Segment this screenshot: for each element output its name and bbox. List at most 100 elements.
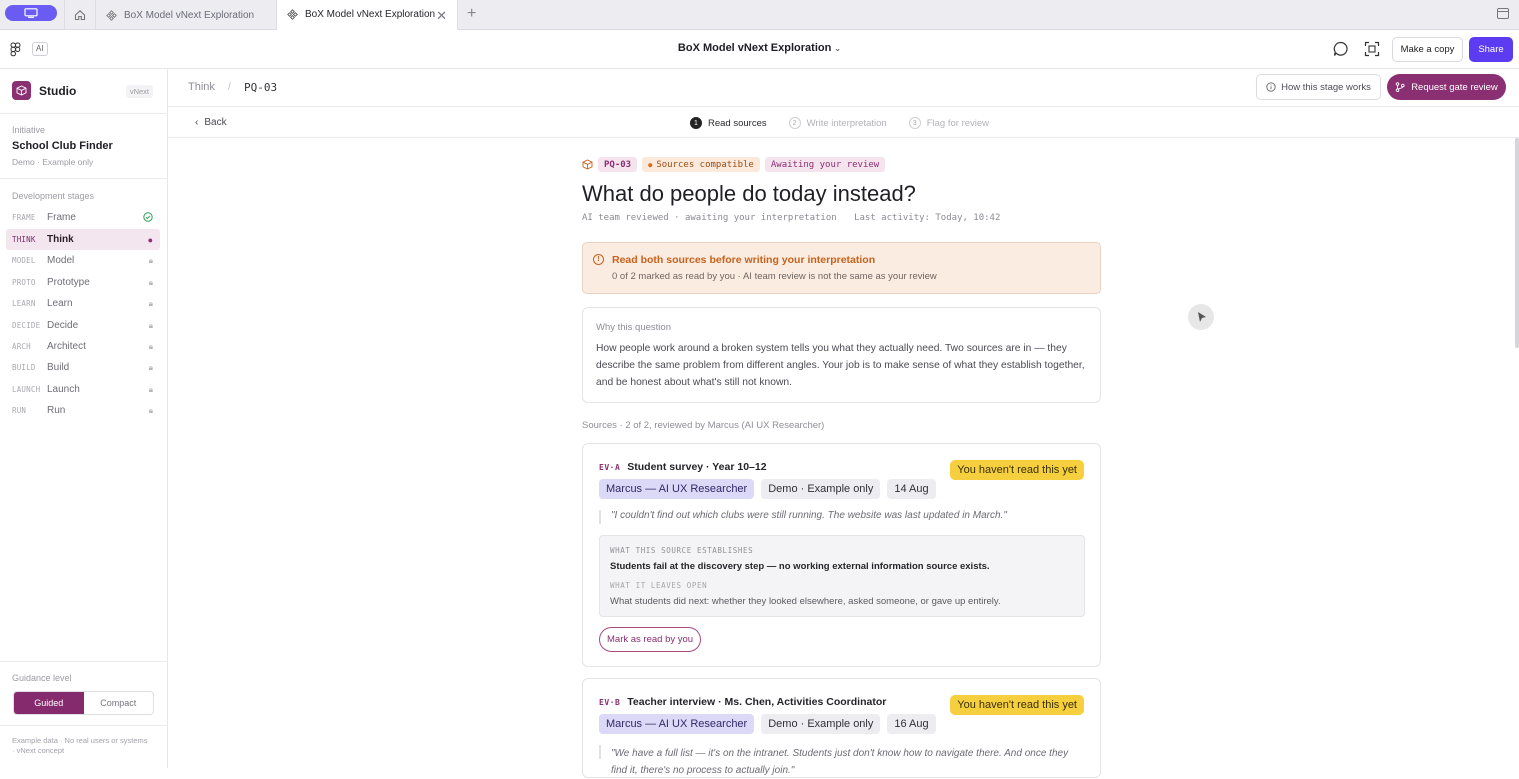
- back-button[interactable]: ‹ Back: [195, 117, 227, 128]
- present-icon[interactable]: [1364, 41, 1380, 57]
- question-tags: PQ-03 ● Sources compatible Awaiting your …: [582, 157, 886, 172]
- source-code: EV·A: [599, 462, 621, 472]
- warning-icon: !: [593, 254, 604, 265]
- unread-badge: You haven't read this yet: [950, 695, 1084, 715]
- unread-badge: You haven't read this yet: [950, 460, 1084, 480]
- sources-compatible-badge: ● Sources compatible: [642, 157, 760, 172]
- home-icon: [74, 10, 86, 21]
- step-number: 3: [908, 117, 921, 129]
- source-title: Student survey · Year 10–12: [627, 461, 767, 473]
- source-header: EV·A Student survey · Year 10–12: [599, 461, 767, 473]
- date-tag: 14 Aug: [887, 479, 936, 499]
- leaves-open-label: WHAT IT LEAVES OPEN: [610, 581, 708, 590]
- browser-tab-bar: BoX Model vNext Exploration BoX Model vN…: [0, 0, 1519, 30]
- make-copy-button[interactable]: Make a copy: [1392, 37, 1463, 62]
- branch-icon: [1395, 82, 1405, 92]
- stage-name: Launch: [47, 384, 80, 395]
- last-activity: Last activity: Today, 10:42: [854, 213, 1001, 223]
- question-meta: AI team reviewed · awaiting your interpr…: [582, 213, 1000, 223]
- divider: [0, 113, 168, 114]
- guidance-label: Guidance level: [12, 673, 72, 683]
- step-number: 1: [690, 117, 702, 129]
- stage-name: Frame: [47, 212, 76, 223]
- breadcrumb-separator: /: [227, 81, 231, 93]
- step-write-interpretation[interactable]: 2 Write interpretation: [788, 117, 887, 129]
- current-dot-icon: ●: [147, 234, 153, 245]
- request-gate-review-button[interactable]: Request gate review: [1387, 74, 1506, 100]
- pointer-icon: [1198, 312, 1206, 322]
- why-title: Why this question: [596, 322, 671, 333]
- step-read-sources[interactable]: 1 Read sources: [690, 117, 767, 129]
- window-layout-icon[interactable]: [1497, 8, 1509, 19]
- stage-run[interactable]: RUN Run 🔒︎: [6, 400, 160, 421]
- divider: [0, 725, 168, 726]
- step-number: 2: [788, 117, 801, 129]
- stage-code: MODEL: [12, 256, 36, 265]
- home-button[interactable]: [64, 0, 96, 30]
- check-circle-icon: [143, 212, 153, 222]
- info-icon: [1266, 82, 1276, 92]
- stage-name: Prototype: [47, 277, 90, 288]
- initiative-name[interactable]: School Club Finder: [12, 140, 113, 152]
- stage-name: Think: [47, 234, 74, 245]
- tab-label: BoX Model vNext Exploration: [305, 9, 436, 20]
- footnote-line: · vNext concept: [12, 746, 65, 755]
- sidebar: Studio vNext Initiative School Club Find…: [0, 69, 168, 768]
- document-title[interactable]: BoX Model vNext Exploration ⌄: [0, 42, 1519, 54]
- breadcrumb-parent[interactable]: Think: [188, 81, 215, 94]
- step-flag-review[interactable]: 3 Flag for review: [908, 117, 989, 129]
- stage-code: LAUNCH: [12, 385, 41, 394]
- stage-launch[interactable]: LAUNCH Launch 🔒︎: [6, 379, 160, 400]
- sources-label: Sources · 2 of 2, reviewed by Marcus (AI…: [582, 420, 825, 431]
- stage-model[interactable]: MODEL Model 🔒︎: [6, 250, 160, 271]
- new-tab-button[interactable]: +: [467, 5, 476, 23]
- tab-file-1[interactable]: BoX Model vNext Exploration: [96, 0, 277, 30]
- stage-code: PROTO: [12, 278, 36, 287]
- cursor-highlight: [1188, 304, 1214, 330]
- source-card: EV·B Teacher interview · Ms. Chen, Activ…: [582, 678, 1101, 778]
- document-title-text: BoX Model vNext Exploration: [677, 42, 832, 54]
- tab-file-2[interactable]: BoX Model vNext Exploration ✕: [277, 0, 458, 30]
- breadcrumb: Think / PQ-03: [188, 81, 277, 94]
- why-body: How people work around a broken system t…: [596, 343, 1085, 388]
- lock-icon: 🔒︎: [148, 298, 153, 308]
- demo-tag: Demo · Example only: [761, 479, 881, 499]
- source-quote: "We have a full list — it's on the intra…: [611, 748, 1069, 776]
- mark-as-read-button[interactable]: Mark as read by you: [599, 627, 702, 652]
- editor-toolbar: AI BoX Model vNext Exploration ⌄ Make a …: [0, 30, 1519, 69]
- compact-option[interactable]: Compact: [84, 692, 154, 714]
- review-status: AI team reviewed · awaiting your interpr…: [582, 213, 837, 223]
- main-menu-button[interactable]: [5, 5, 57, 21]
- stage-build[interactable]: BUILD Build 🔒︎: [6, 357, 160, 378]
- back-label: Back: [204, 117, 227, 128]
- footnote-line: Example data · No real users or systems: [12, 736, 148, 745]
- close-tab-icon[interactable]: ✕: [436, 8, 447, 24]
- share-button[interactable]: Share: [1469, 37, 1513, 62]
- source-header: EV·B Teacher interview · Ms. Chen, Activ…: [599, 696, 886, 708]
- stepper: 1 Read sources 2 Write interpretation 3 Fla…: [690, 117, 989, 129]
- alert-title: Read both sources before writing your in…: [612, 254, 876, 266]
- stage-frame[interactable]: FRAME Frame: [6, 207, 160, 228]
- stage-name: Run: [47, 405, 66, 416]
- divider: [0, 661, 168, 662]
- divider: [0, 178, 168, 179]
- how-stage-works-button[interactable]: How this stage works: [1256, 74, 1381, 100]
- guided-option[interactable]: Guided: [14, 692, 84, 714]
- lock-icon: 🔒︎: [148, 341, 153, 351]
- stage-think[interactable]: THINK Think ●: [6, 229, 160, 250]
- stage-prototype[interactable]: PROTO Prototype 🔒︎: [6, 272, 160, 293]
- stage-architect[interactable]: ARCH Architect 🔒︎: [6, 336, 160, 357]
- cube-icon: [582, 159, 593, 170]
- stage-learn[interactable]: LEARN Learn 🔒︎: [6, 293, 160, 314]
- comment-icon[interactable]: [1333, 41, 1349, 57]
- question-title: What do people do today instead?: [582, 181, 916, 206]
- source-code: EV·B: [599, 697, 621, 707]
- lock-icon: 🔒︎: [148, 405, 153, 415]
- establishes-label: WHAT THIS SOURCE ESTABLISHES: [610, 546, 754, 555]
- leaves-open-value: What students did next: whether they loo…: [610, 596, 1001, 607]
- stage-decide[interactable]: DECIDE Decide 🔒︎: [6, 315, 160, 336]
- source-findings: WHAT THIS SOURCE ESTABLISHES Students fa…: [599, 535, 1085, 617]
- scrollbar[interactable]: [1515, 138, 1519, 348]
- component-icon: [106, 9, 117, 21]
- reviewer-tag: Marcus — AI UX Researcher: [599, 479, 755, 499]
